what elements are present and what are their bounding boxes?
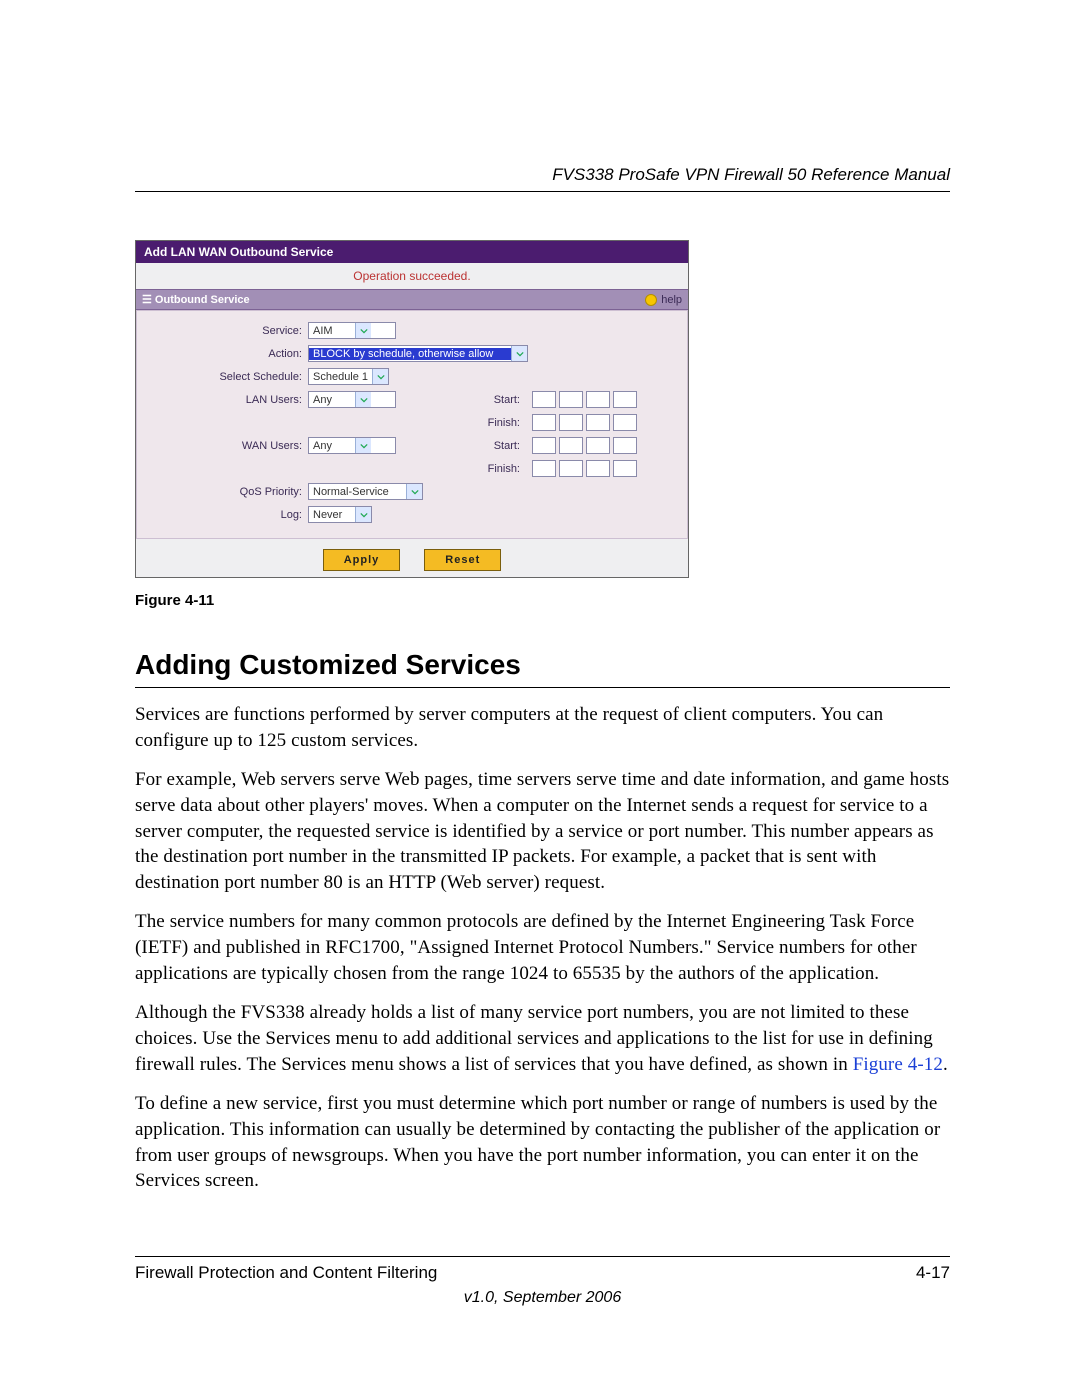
chevron-down-icon bbox=[355, 438, 371, 453]
lan-start-label: Start: bbox=[494, 394, 520, 406]
footer-chapter: Firewall Protection and Content Filterin… bbox=[135, 1263, 437, 1283]
log-select[interactable]: Never bbox=[308, 506, 372, 523]
body-paragraph: The service numbers for many common prot… bbox=[135, 909, 950, 986]
lan-start-input[interactable] bbox=[532, 391, 637, 408]
chevron-down-icon bbox=[355, 392, 371, 407]
lan-finish-input[interactable] bbox=[532, 414, 637, 431]
body-paragraph: Although the FVS338 already holds a list… bbox=[135, 1000, 950, 1077]
service-label: Service: bbox=[147, 325, 308, 337]
chevron-down-icon bbox=[406, 484, 422, 499]
figure-link[interactable]: Figure 4-12 bbox=[853, 1054, 943, 1075]
section-heading: Adding Customized Services bbox=[135, 649, 950, 688]
reset-button[interactable]: Reset bbox=[424, 549, 501, 571]
figure-caption: Figure 4-11 bbox=[135, 592, 950, 609]
lan-finish-label: Finish: bbox=[488, 417, 520, 429]
chevron-down-icon bbox=[511, 346, 527, 361]
wan-start-input[interactable] bbox=[532, 437, 637, 454]
service-select[interactable]: AIM bbox=[308, 322, 396, 339]
apply-button[interactable]: Apply bbox=[323, 549, 401, 571]
section-title: ☰ Outbound Service bbox=[142, 293, 250, 306]
qos-label: QoS Priority: bbox=[147, 486, 308, 498]
wan-finish-label: Finish: bbox=[488, 463, 520, 475]
running-head: FVS338 ProSafe VPN Firewall 50 Reference… bbox=[135, 165, 950, 192]
body-paragraph: For example, Web servers serve Web pages… bbox=[135, 767, 950, 895]
schedule-select[interactable]: Schedule 1 bbox=[308, 368, 389, 385]
wan-finish-input[interactable] bbox=[532, 460, 637, 477]
log-label: Log: bbox=[147, 509, 308, 521]
body-paragraph: Services are functions performed by serv… bbox=[135, 702, 950, 753]
section-bar: ☰ Outbound Service help bbox=[136, 289, 688, 310]
router-ui-figure: Add LAN WAN Outbound Service Operation s… bbox=[135, 240, 689, 578]
chevron-down-icon bbox=[372, 369, 388, 384]
help-icon bbox=[645, 294, 657, 306]
page-footer: Firewall Protection and Content Filterin… bbox=[135, 1256, 950, 1307]
footer-page: 4-17 bbox=[916, 1263, 950, 1283]
schedule-label: Select Schedule: bbox=[147, 371, 308, 383]
status-message: Operation succeeded. bbox=[136, 263, 688, 289]
action-select[interactable]: BLOCK by schedule, otherwise allow bbox=[308, 345, 528, 362]
wan-users-select[interactable]: Any bbox=[308, 437, 396, 454]
wan-users-label: WAN Users: bbox=[147, 440, 308, 452]
router-window-title: Add LAN WAN Outbound Service bbox=[136, 241, 688, 263]
footer-version: v1.0, September 2006 bbox=[135, 1289, 950, 1307]
qos-select[interactable]: Normal-Service bbox=[308, 483, 423, 500]
wan-start-label: Start: bbox=[494, 440, 520, 452]
action-label: Action: bbox=[147, 348, 308, 360]
chevron-down-icon bbox=[355, 323, 371, 338]
chevron-down-icon bbox=[355, 507, 371, 522]
help-link[interactable]: help bbox=[645, 294, 682, 306]
body-paragraph: To define a new service, first you must … bbox=[135, 1091, 950, 1194]
lan-users-label: LAN Users: bbox=[147, 394, 308, 406]
lan-users-select[interactable]: Any bbox=[308, 391, 396, 408]
